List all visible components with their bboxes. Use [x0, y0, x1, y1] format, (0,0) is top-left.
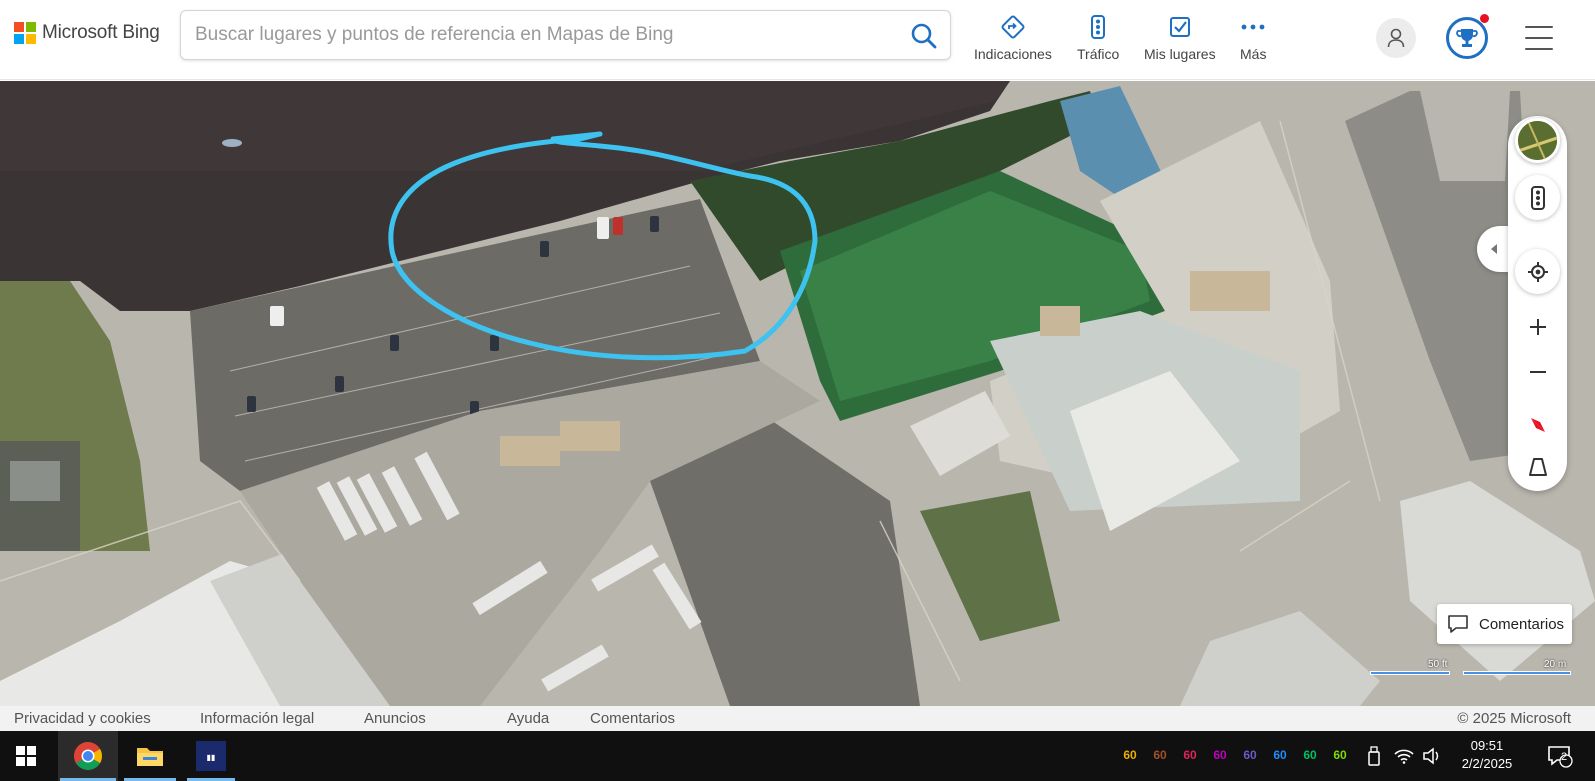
locate-me-button[interactable]	[1515, 249, 1560, 294]
copyright: © 2025 Microsoft	[1457, 710, 1571, 727]
start-button[interactable]	[0, 731, 52, 781]
search-button[interactable]	[910, 22, 938, 50]
scale-label-metric: 20 m	[1544, 659, 1567, 670]
feedback-link[interactable]: Comentarios	[590, 710, 675, 727]
taskbar-clock[interactable]: 09:51 2/2/2025	[1450, 737, 1524, 773]
taskbar-file-explorer[interactable]	[122, 731, 178, 781]
satellite-imagery	[0, 81, 1595, 706]
notification-count: 2	[1561, 751, 1568, 763]
nav-my-places[interactable]: Mis lugares	[1144, 14, 1216, 66]
notifications-button[interactable]: 2	[1540, 731, 1580, 781]
scale-label-imperial: 50 ft	[1428, 659, 1448, 670]
brand-name: Microsoft Bing	[42, 22, 160, 43]
traffic-light-icon	[1530, 185, 1545, 210]
tray-meter: 60	[1153, 748, 1167, 762]
aerial-map[interactable]: Comentarios 50 ft 20 m	[0, 81, 1595, 706]
microsoft-logo-icon	[14, 22, 36, 44]
windows-taskbar: ▮▮ 60 60 60 60 60 60 60 60 09:51 2/2/202…	[0, 731, 1595, 781]
folder-icon	[137, 748, 163, 766]
compass-icon	[1530, 417, 1545, 432]
nav-more-label: Más	[1240, 46, 1267, 62]
map-feedback-button[interactable]: Comentarios	[1437, 604, 1572, 644]
traffic-icon	[1091, 15, 1106, 39]
top-bar: Microsoft Bing Indicaciones Tráfico Mis …	[0, 0, 1595, 80]
scale-bar-imperial	[1370, 671, 1450, 675]
search-icon	[911, 23, 937, 49]
more-icon	[1241, 24, 1265, 30]
zoom-out-button[interactable]	[1515, 349, 1560, 394]
minus-icon	[1529, 370, 1546, 373]
notification-dot	[1480, 14, 1489, 23]
volume-tray-button[interactable]	[1420, 731, 1444, 781]
usb-drive-icon	[1368, 746, 1380, 766]
privacy-link[interactable]: Privacidad y cookies	[14, 710, 151, 727]
chevron-left-icon	[1491, 244, 1497, 254]
search-input[interactable]	[195, 24, 895, 46]
tray-meters: 60 60 60 60 60 60 60 60	[1120, 748, 1350, 762]
ads-link[interactable]: Anuncios	[364, 710, 426, 727]
chrome-icon	[74, 742, 102, 770]
notification-center-icon	[1548, 746, 1573, 768]
my-places-icon	[1169, 17, 1190, 37]
tray-meter: 60	[1333, 748, 1347, 762]
directions-icon	[1001, 15, 1025, 39]
app-icon: ▮▮	[196, 741, 226, 771]
comment-icon	[1448, 615, 1468, 633]
bing-brand[interactable]: Microsoft Bing	[14, 22, 160, 44]
tray-meter: 60	[1243, 748, 1257, 762]
tray-meter: 60	[1213, 748, 1227, 762]
svg-text:▮▮: ▮▮	[207, 753, 216, 762]
legal-link[interactable]: Información legal	[200, 710, 314, 727]
nav-more[interactable]: Más	[1240, 14, 1266, 66]
nav-directions-label: Indicaciones	[974, 46, 1052, 62]
tray-meter: 60	[1303, 748, 1317, 762]
map-style-thumbnail[interactable]	[1515, 118, 1560, 163]
search-box	[180, 10, 951, 60]
page-footer: Privacidad y cookies Información legal A…	[0, 706, 1595, 731]
tilt-icon	[1528, 457, 1547, 476]
network-tray-button[interactable]	[1392, 731, 1416, 781]
rewards-button[interactable]	[1446, 14, 1489, 59]
tray-meter: 60	[1183, 748, 1197, 762]
scale-bar-metric	[1463, 671, 1571, 675]
map-feedback-label: Comentarios	[1479, 615, 1565, 633]
wifi-icon	[1394, 749, 1414, 764]
nav-traffic[interactable]: Tráfico	[1077, 14, 1119, 66]
windows-logo-icon	[16, 746, 36, 766]
taskbar-chrome[interactable]	[58, 731, 118, 781]
locate-icon	[1527, 261, 1548, 282]
nav-directions[interactable]: Indicaciones	[974, 14, 1052, 66]
nav-my-places-label: Mis lugares	[1144, 46, 1216, 62]
tray-meter: 60	[1123, 748, 1137, 762]
trophy-icon	[1456, 29, 1478, 47]
speaker-icon	[1423, 747, 1439, 765]
clock-time: 09:51	[1470, 738, 1504, 753]
help-link[interactable]: Ayuda	[507, 710, 549, 727]
clock-date: 2/2/2025	[1461, 756, 1513, 771]
tray-meter: 60	[1273, 748, 1287, 762]
account-button[interactable]	[1376, 18, 1416, 58]
zoom-in-button[interactable]	[1515, 304, 1560, 349]
hamburger-menu-icon[interactable]	[1525, 26, 1553, 50]
compass-button[interactable]	[1515, 402, 1560, 447]
nav-traffic-label: Tráfico	[1077, 46, 1120, 62]
usb-tray-button[interactable]	[1362, 731, 1386, 781]
map-controls	[1508, 116, 1567, 491]
user-icon	[1387, 28, 1405, 48]
taskbar-app[interactable]: ▮▮	[185, 731, 237, 781]
tilt-button[interactable]	[1515, 444, 1560, 489]
plus-icon	[1529, 318, 1546, 335]
traffic-layer-button[interactable]	[1515, 175, 1560, 220]
